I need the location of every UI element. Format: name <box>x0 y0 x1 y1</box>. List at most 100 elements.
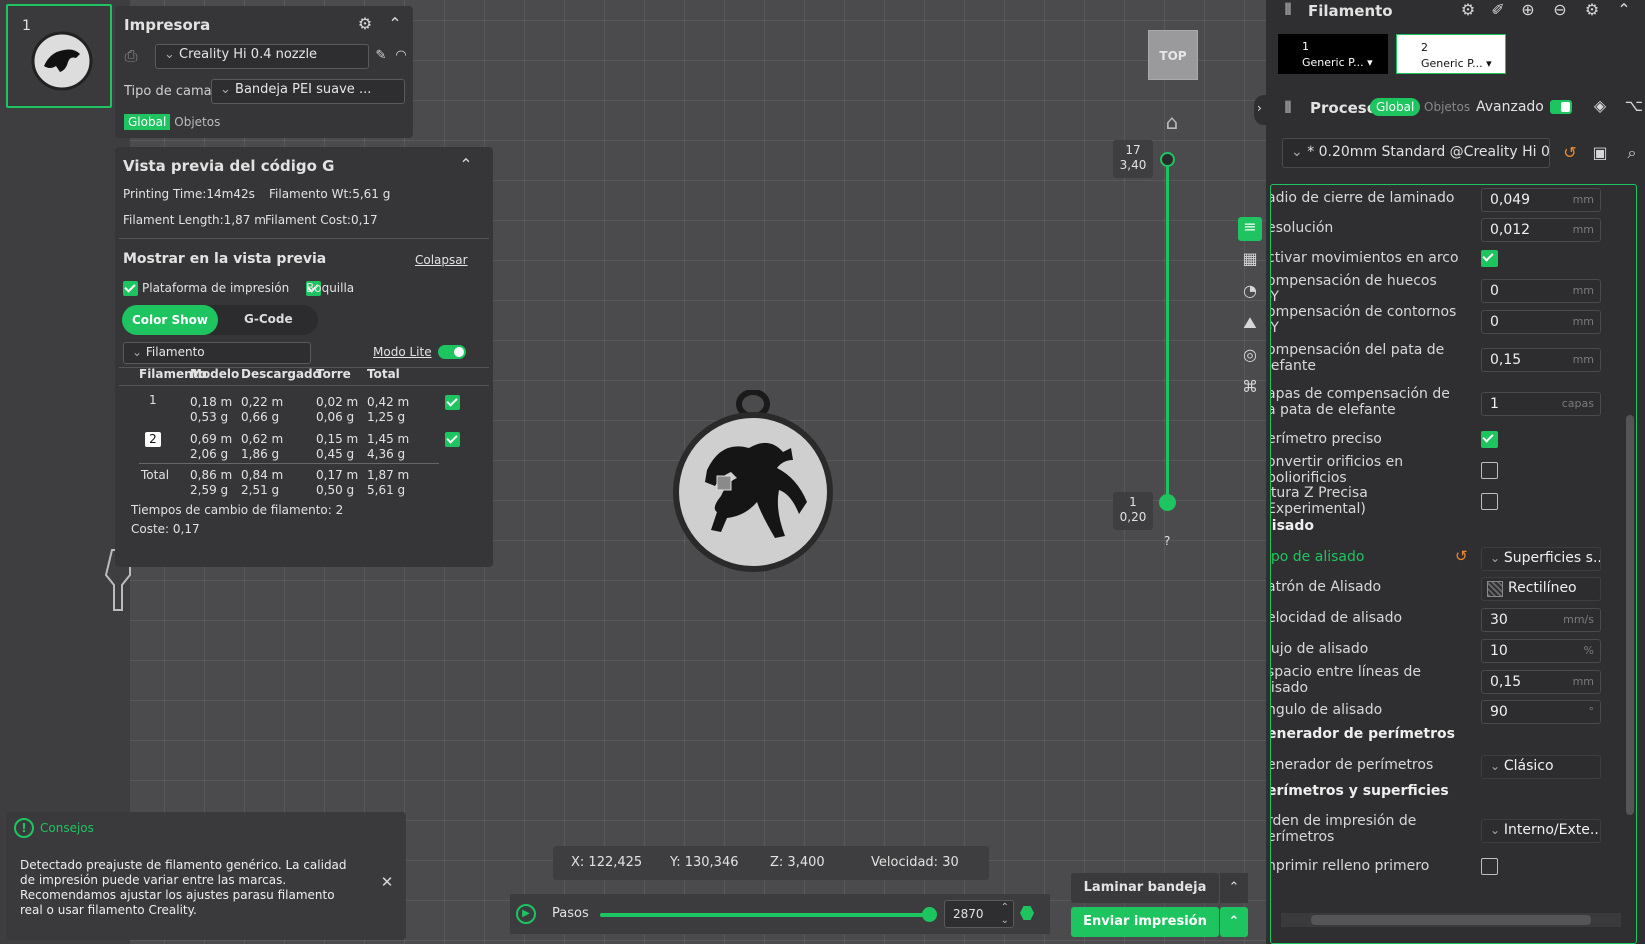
collapse-up-icon[interactable]: ⌃ <box>385 14 405 34</box>
setting-unit: % <box>1583 644 1594 657</box>
layer-slider-top-handle[interactable] <box>1160 152 1175 167</box>
keychain-model[interactable] <box>665 390 840 580</box>
setting-select[interactable]: ⌄ Superficies s... <box>1481 547 1601 571</box>
process-tab-global[interactable]: Global <box>1370 98 1421 116</box>
nozzle-select[interactable]: ⌄ Creality Hi 0.4 nozzle <box>155 44 369 69</box>
layer-top-height: 3,40 <box>1119 158 1147 172</box>
setting-checkbox[interactable] <box>1481 250 1498 267</box>
setting-input[interactable]: 0 mm <box>1481 310 1601 334</box>
share-icon[interactable]: ⌥ <box>1624 96 1644 116</box>
wifi-icon[interactable]: ◠ <box>391 46 411 66</box>
color-mode-select[interactable]: ⌄ Filamento <box>123 342 311 364</box>
collapse-icon[interactable]: ⌃ <box>456 155 476 175</box>
steps-input[interactable]: 2870 ⌃ ⌄ <box>944 900 1014 928</box>
view-cube[interactable]: TOP <box>1148 30 1198 80</box>
gear-icon[interactable]: ⚙ <box>355 14 375 34</box>
support-icon[interactable]: ⛰ <box>1240 313 1260 333</box>
save-icon[interactable]: ▣ <box>1590 143 1610 163</box>
collapse-link[interactable]: Colapsar <box>415 253 468 267</box>
setting-input[interactable]: 0,049 mm <box>1481 188 1601 212</box>
lite-mode-toggle[interactable] <box>438 345 466 359</box>
advanced-toggle[interactable] <box>1550 100 1572 114</box>
setting-label: rden de impresión de erímetros <box>1270 813 1417 845</box>
layer-top-number: 17 <box>1125 143 1141 157</box>
tab-global[interactable]: Global <box>124 114 171 130</box>
process-tab-objects[interactable]: Objetos <box>1424 100 1470 114</box>
layer-slider-track[interactable] <box>1166 160 1169 501</box>
setting-input[interactable]: 1 capas <box>1481 392 1601 416</box>
sidebar-collapse-handle[interactable]: › <box>1254 95 1274 125</box>
remove-icon[interactable]: ⊖ <box>1550 0 1570 20</box>
hexagon-icon[interactable] <box>1020 906 1034 920</box>
layer-slider-bottom-handle[interactable] <box>1159 494 1176 511</box>
grid-icon[interactable]: ▦ <box>1240 249 1260 269</box>
add-icon[interactable]: ⊕ <box>1518 0 1538 20</box>
section-title-walls: erímetros y superficies <box>1270 783 1449 799</box>
setting-input[interactable]: 0,15 mm <box>1481 670 1601 694</box>
plate-thumbnail[interactable]: 1 <box>6 4 112 108</box>
setting-select[interactable]: ⌄ Interno/Exte... <box>1481 819 1601 843</box>
slice-dropdown-chevron-icon[interactable]: ⌃ <box>1220 873 1248 903</box>
setting-input[interactable]: 0,15 mm <box>1481 348 1601 372</box>
cell: 4,36 g <box>367 447 406 461</box>
col-total: Total <box>367 367 400 381</box>
send-print-button[interactable]: Enviar impresión <box>1071 907 1219 937</box>
settings-row: ltura Z Precisa Experimental) <box>1271 485 1617 521</box>
search-icon[interactable]: ⌕ <box>1622 143 1642 163</box>
gcode-tab[interactable]: G-Code <box>244 312 293 326</box>
steps-handle[interactable] <box>922 907 937 922</box>
send-dropdown-chevron-icon[interactable]: ⌃ <box>1220 907 1248 937</box>
setting-checkbox[interactable] <box>1481 858 1498 875</box>
settings-icon[interactable]: ⚙ <box>1582 0 1602 20</box>
layer-top-label: 17 3,40 <box>1113 140 1153 178</box>
advanced-label: Avanzado <box>1476 99 1544 115</box>
setting-select[interactable]: ⌄ Clásico <box>1481 755 1601 779</box>
filament-slot-number: 1 <box>1302 40 1309 53</box>
setting-input[interactable]: 0,012 mm <box>1481 218 1601 242</box>
setting-checkbox[interactable] <box>1481 431 1498 448</box>
reset-icon[interactable]: ↺ <box>1560 143 1580 163</box>
setting-label: lujo de alisado <box>1270 641 1369 657</box>
tips-title: Consejos <box>40 821 94 835</box>
bulb-icon[interactable]: ◈ <box>1590 96 1610 116</box>
bed-type-select[interactable]: ⌄ Bandeja PEI suave ... <box>211 79 405 104</box>
setting-checkbox[interactable] <box>1481 493 1498 510</box>
horizontal-scrollbar[interactable] <box>1281 913 1621 927</box>
filament-slot-2[interactable]: 2 Generic P... ▾ <box>1396 34 1506 74</box>
setting-unit: mm <box>1572 353 1594 366</box>
edit-icon[interactable]: ✎ <box>371 46 391 66</box>
setting-checkbox[interactable] <box>1481 462 1498 479</box>
setting-input[interactable]: 30 mm/s <box>1481 608 1601 632</box>
help-mark[interactable]: ? <box>1164 534 1170 548</box>
play-icon[interactable]: ▶ <box>516 904 536 924</box>
close-icon[interactable]: ✕ <box>377 872 397 892</box>
plate-checkbox[interactable] <box>123 281 138 296</box>
cell: 2,06 g <box>190 447 229 461</box>
speed-icon[interactable]: ◔ <box>1240 281 1260 301</box>
clover-icon[interactable]: ⌘ <box>1240 377 1260 397</box>
layers-icon[interactable]: ≡ <box>1238 217 1262 241</box>
view-toolbar: ≡ ▦ ◔ ⛰ ◎ ⌘ <box>1236 215 1264 405</box>
tab-objects[interactable]: Objetos <box>170 114 224 130</box>
row-visible-checkbox[interactable] <box>445 432 460 447</box>
settings-row: ipo de alisado ⌄ Superficies s... ↺ <box>1271 547 1617 577</box>
setting-input[interactable]: 10% <box>1481 639 1601 663</box>
sync-icon[interactable]: ⚙ <box>1458 0 1478 20</box>
home-icon[interactable]: ⌂ <box>1162 112 1182 132</box>
color-show-tab[interactable]: Color Show <box>122 305 218 335</box>
table-total-row: Total 0,86 m 2,59 g 0,84 m 2,51 g 0,17 m 0,… <box>119 465 479 501</box>
steps-track[interactable] <box>600 913 930 917</box>
process-preset-select[interactable]: ⌄ * 0.20mm Standard @Creality Hi 0... <box>1282 138 1550 168</box>
filament-slot-1[interactable]: 1 Generic P... ▾ <box>1278 34 1388 74</box>
row-visible-checkbox[interactable] <box>445 395 460 410</box>
reset-icon[interactable]: ↺ <box>1455 547 1468 565</box>
slice-plate-button[interactable]: Laminar bandeja <box>1071 873 1219 903</box>
collapse-up-icon[interactable]: ⌃ <box>1614 0 1634 20</box>
target-icon[interactable]: ◎ <box>1240 345 1260 365</box>
setting-input[interactable]: 0 mm <box>1481 279 1601 303</box>
filament-swatch-2: 2 <box>145 432 161 447</box>
stepper-arrows-icon[interactable]: ⌃ ⌄ <box>1001 901 1009 927</box>
vertical-scrollbar[interactable] <box>1626 415 1634 815</box>
brush-icon[interactable]: ✐ <box>1488 0 1508 20</box>
setting-input[interactable]: 90 ° <box>1481 700 1601 724</box>
